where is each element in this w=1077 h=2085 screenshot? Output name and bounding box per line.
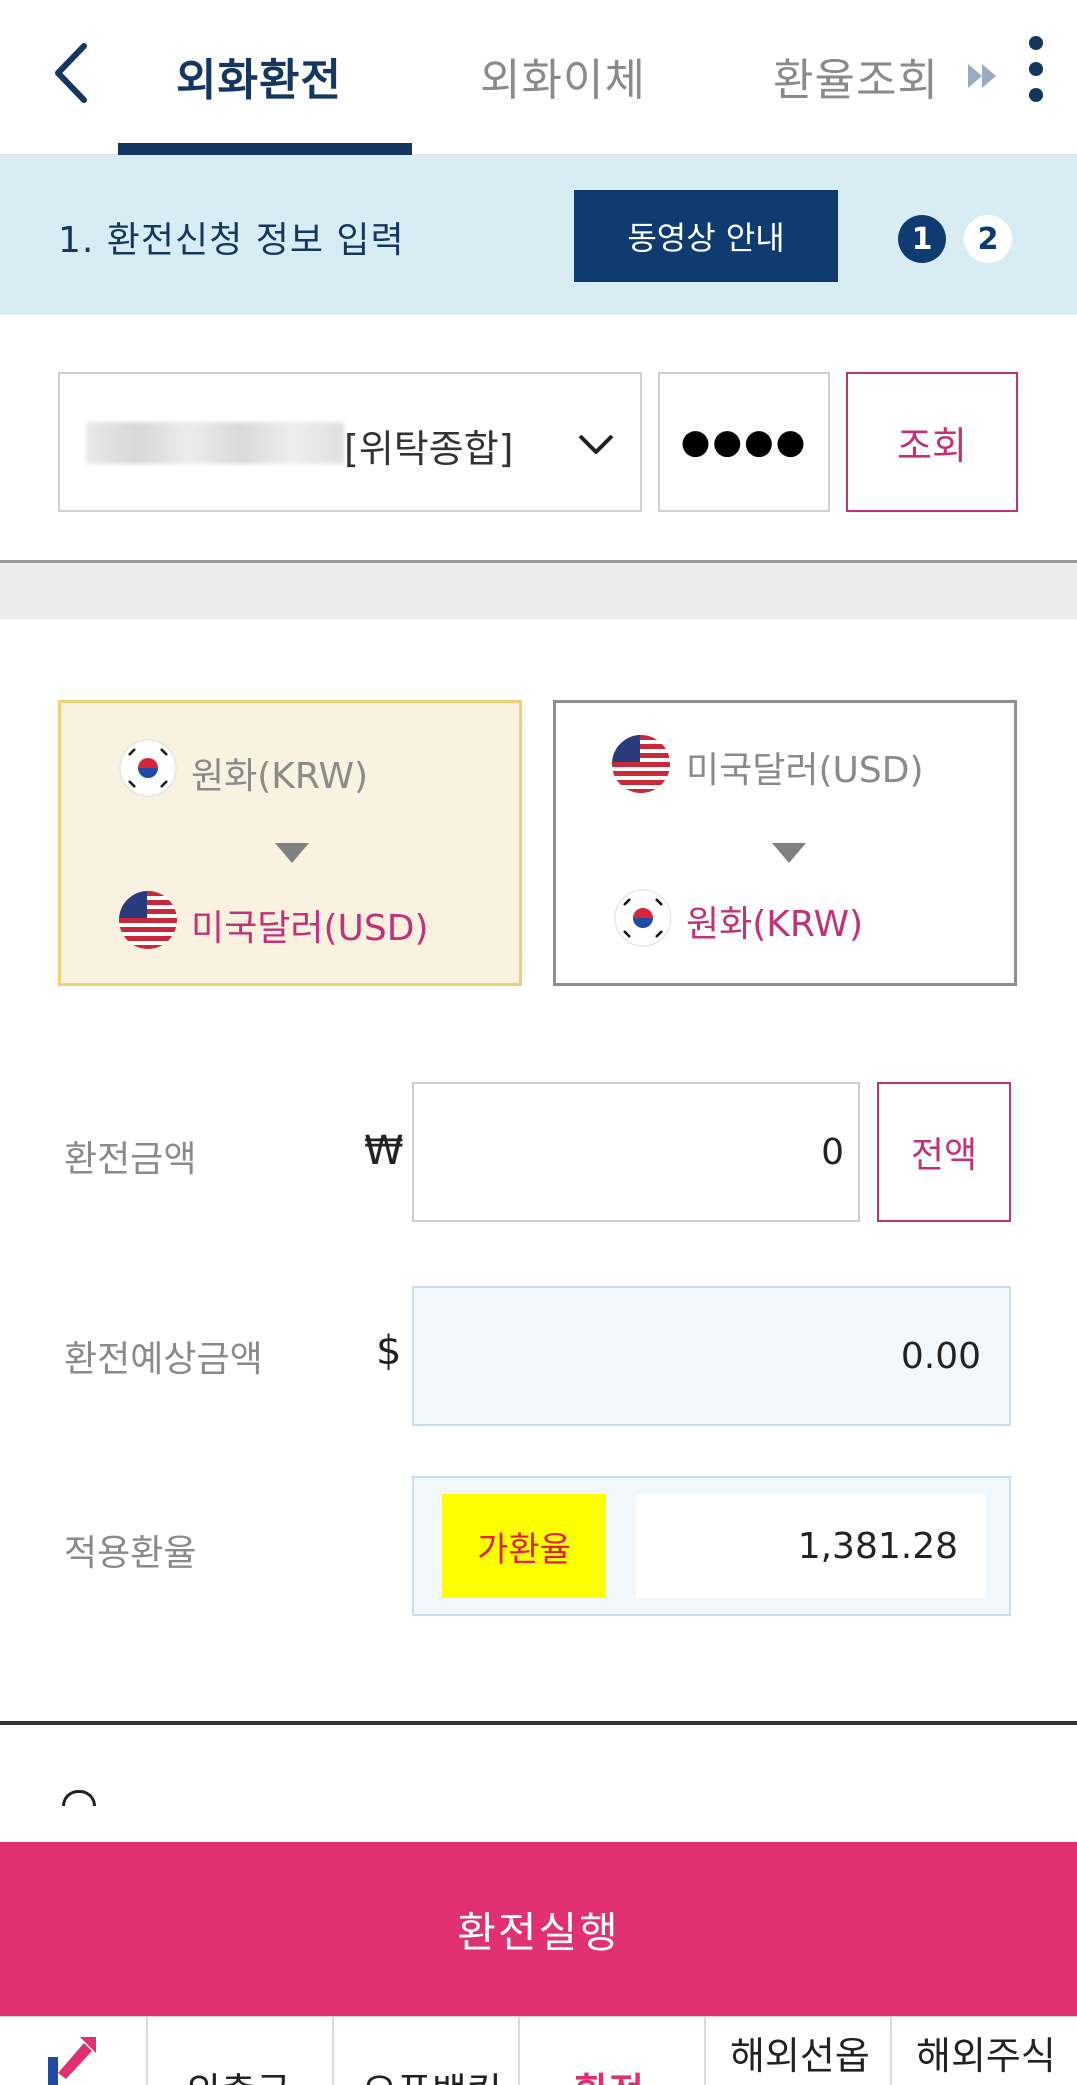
nav-item-label: 환전 <box>574 2061 644 2085</box>
k-logo-icon[interactable] <box>44 2035 104 2085</box>
partial-radio-icon <box>62 1790 96 1806</box>
back-icon[interactable] <box>44 38 104 108</box>
from-currency-label: 미국달러(USD) <box>686 750 924 791</box>
account-select[interactable]: [위탁종합] <box>58 372 642 512</box>
video-guide-button[interactable]: 동영상 안내 <box>574 190 838 282</box>
amount-label: 환전금액 <box>64 1139 197 1180</box>
nav-item-overseas-futures[interactable]: 해외선옵 <box>704 2017 890 2085</box>
from-currency-label: 원화(KRW) <box>191 756 369 797</box>
nav-item-exchange[interactable]: 환전 <box>518 2017 704 2085</box>
active-tab-indicator <box>118 143 412 155</box>
korea-flag-icon <box>119 739 177 797</box>
arrow-down-icon <box>275 843 309 863</box>
chevron-down-icon <box>576 424 616 464</box>
to-currency-label: 미국달러(USD) <box>191 908 429 949</box>
nav-item-withdraw[interactable]: 외출금 <box>146 2017 332 2085</box>
korea-flag-icon <box>614 889 672 947</box>
app-root: 외화환전 외화이체 환율조회 1. 환전신청 정보 입력 동영상 안내 1 2 … <box>0 0 1077 2085</box>
content-divider <box>0 1721 1077 1725</box>
arrow-down-icon <box>772 843 806 863</box>
nav-item-label: 외출금 <box>186 2061 291 2085</box>
dollar-symbol: $ <box>376 1328 402 1374</box>
direction-krw-to-usd[interactable]: 원화(KRW) 미국달러(USD) <box>58 700 522 986</box>
password-field[interactable]: ●●●● <box>658 372 830 512</box>
tab-rate-inquiry[interactable]: 환율조회 <box>773 44 939 106</box>
won-symbol: ₩ <box>364 1128 404 1174</box>
search-button[interactable]: 조회 <box>846 372 1018 512</box>
to-currency-label: 원화(KRW) <box>686 904 864 945</box>
account-type-label: [위탁종합] <box>344 427 514 471</box>
us-flag-icon <box>119 891 177 949</box>
step-title: 1. 환전신청 정보 입력 <box>58 220 405 261</box>
applied-rate-box: 가환율 1,381.28 <box>412 1476 1011 1616</box>
tab-fx-exchange[interactable]: 외화환전 <box>176 44 342 106</box>
nav-item-label: 해외선옵 <box>730 2034 870 2078</box>
all-amount-button[interactable]: 전액 <box>877 1082 1011 1222</box>
applied-rate-label: 적용환율 <box>64 1533 197 1574</box>
nav-item-label: 해외주식 <box>916 2034 1056 2078</box>
kebab-menu-icon[interactable] <box>1024 36 1048 112</box>
execute-exchange-button[interactable]: 환전실행 <box>0 1842 1077 2016</box>
applied-rate-value: 1,381.28 <box>636 1494 986 1598</box>
nav-item-label: 오픈뱅킹 <box>362 2061 502 2085</box>
us-flag-icon <box>612 735 670 793</box>
nav-item-open-banking[interactable]: 오픈뱅킹 <box>332 2017 518 2085</box>
nav-item-overseas-stocks[interactable]: 해외주식 <box>890 2017 1077 2085</box>
expected-amount-value: 0.00 <box>412 1286 1011 1426</box>
tab-fx-transfer[interactable]: 외화이체 <box>480 44 646 106</box>
top-tab-bar: 외화환전 외화이체 환율조회 <box>0 0 1077 155</box>
bottom-nav: 외출금 오픈뱅킹 환전 해외선옵 해외주식 <box>0 2016 1077 2085</box>
amount-input[interactable]: 0 <box>412 1082 860 1222</box>
double-chevron-right-icon[interactable] <box>966 56 1000 96</box>
section-gap <box>0 563 1077 619</box>
step-indicator-1: 1 <box>898 215 946 263</box>
masked-account-number <box>86 422 344 464</box>
expected-amount-label: 환전예상금액 <box>64 1339 263 1380</box>
direction-usd-to-krw[interactable]: 미국달러(USD) 원화(KRW) <box>553 700 1017 986</box>
provisional-rate-badge: 가환율 <box>442 1494 606 1598</box>
step-indicator-2: 2 <box>964 215 1012 263</box>
step-bar: 1. 환전신청 정보 입력 동영상 안내 1 2 <box>0 155 1077 315</box>
